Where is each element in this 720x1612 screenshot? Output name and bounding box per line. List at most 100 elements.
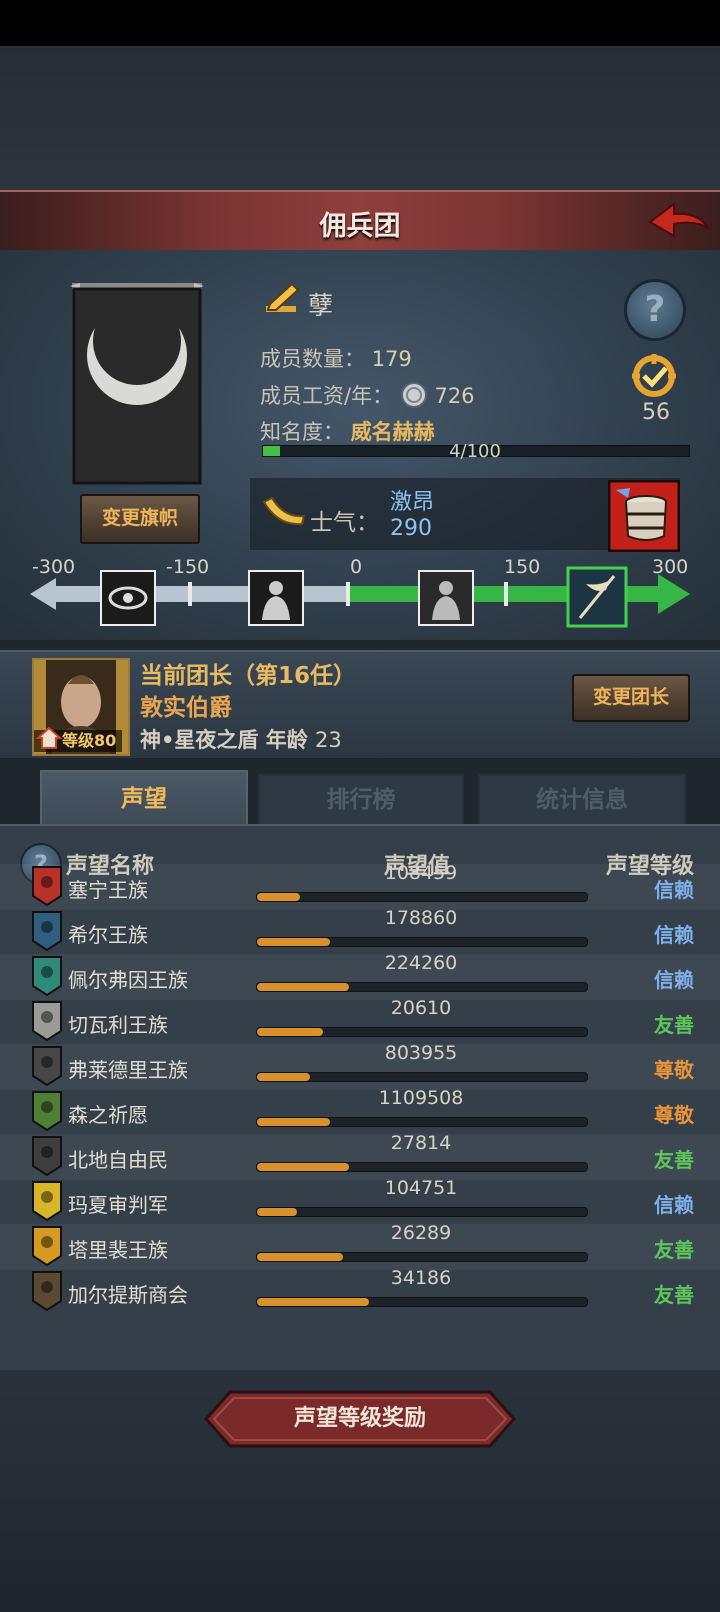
reputation-level: 信赖 [654, 1193, 694, 1217]
list-item[interactable]: 佩尔弗因王族 224260 信赖 [0, 952, 720, 1000]
tick-label: 0 [350, 556, 363, 578]
reputation-value: 178860 [384, 907, 458, 929]
reputation-progress-bar [256, 1072, 588, 1082]
list-item[interactable]: 加尔提斯商会 34186 友善 [0, 1267, 720, 1315]
change-leader-button[interactable]: 变更团长 [572, 674, 690, 722]
tick-label: 300 [652, 556, 689, 578]
faction-name: 切瓦利王族 [68, 1013, 168, 1037]
list-item[interactable]: 弗莱德里王族 803955 尊敬 [0, 1042, 720, 1090]
reputation-level: 信赖 [654, 968, 694, 992]
reputation-progress-bar [256, 1117, 588, 1127]
reputation-value: 26289 [390, 1222, 452, 1244]
reputation-progress-bar [256, 1252, 588, 1262]
reputation-level: 信赖 [654, 878, 694, 902]
faction-name: 希尔王族 [68, 923, 148, 947]
reputation-value: 108459 [384, 862, 458, 884]
reputation-progress-bar [256, 1162, 588, 1172]
faction-name: 塞宁王族 [68, 878, 148, 902]
tick-label: -150 [166, 556, 210, 578]
calm-figure-icon[interactable] [418, 570, 474, 626]
page-title: 佣兵团 [319, 211, 401, 242]
faction-name: 佩尔弗因王族 [68, 968, 188, 992]
reputation-progress-bar [256, 1297, 588, 1307]
tab-statistics[interactable]: 统计信息 [478, 774, 686, 826]
reputation-progress-fill [257, 893, 300, 901]
tab-ranking[interactable]: 排行榜 [258, 774, 464, 826]
reputation-level: 尊敬 [654, 1058, 694, 1082]
faction-name: 北地自由民 [68, 1148, 168, 1172]
wage-row: 成员工资/年： 726 [260, 380, 475, 410]
reputation-progress-bar [256, 1027, 588, 1037]
tick-label: -300 [32, 556, 76, 578]
horn-icon [262, 496, 306, 526]
leader-age: 23 [315, 728, 342, 752]
reputation-progress-fill [257, 938, 330, 946]
faction-crest-icon [32, 1091, 62, 1131]
barrel-icon[interactable] [608, 480, 680, 552]
faction-crest-icon [32, 1136, 62, 1176]
help-icon[interactable]: ? [624, 279, 686, 341]
reputation-value: 34186 [390, 1267, 452, 1289]
reputation-progress-fill [257, 1298, 370, 1306]
reputation-value: 1109508 [378, 1087, 464, 1109]
leader-title: 神•星夜之盾 年龄 [140, 728, 308, 752]
wage-value: 726 [434, 384, 475, 408]
leader-title-age: 神•星夜之盾 年龄 23 [140, 724, 342, 754]
list-item[interactable]: 切瓦利王族 20610 友善 [0, 997, 720, 1045]
reputation-value: 803955 [384, 1042, 458, 1064]
company-banner[interactable] [70, 283, 204, 487]
reputation-level: 友善 [654, 1283, 694, 1307]
list-item[interactable]: 塔里裴王族 26289 友善 [0, 1222, 720, 1270]
title-bar: 佣兵团 [0, 190, 720, 255]
reputation-progress-fill [257, 1253, 343, 1261]
reputation-value: 224260 [384, 952, 458, 974]
faction-name: 塔里裴王族 [68, 1238, 168, 1262]
faction-crest-icon [32, 911, 62, 951]
list-item[interactable]: 希尔王族 178860 信赖 [0, 907, 720, 955]
faction-name: 加尔提斯商会 [68, 1283, 188, 1307]
home-icon [36, 726, 62, 749]
reputation-level: 信赖 [654, 923, 694, 947]
reputation-value: 27814 [390, 1132, 452, 1154]
silver-coin-icon [400, 382, 427, 408]
company-name: 孽 [308, 291, 334, 320]
change-flag-button[interactable]: 变更旗帜 [80, 494, 200, 544]
tab-reputation[interactable]: 声望 [40, 770, 248, 826]
faction-crest-icon [32, 866, 62, 906]
faction-name: 玛夏审判军 [68, 1193, 168, 1217]
morale-value: 290 [390, 516, 432, 541]
leader-tenure: 当前团长（第16任） [140, 663, 357, 689]
morale-label: 士气： [310, 510, 379, 536]
reputation-progress-bar [256, 982, 588, 992]
achievement-badge-icon[interactable] [626, 352, 682, 402]
reputation-progress-fill [257, 1208, 297, 1216]
faction-crest-icon [32, 1271, 62, 1311]
back-arrow-icon[interactable] [646, 198, 712, 244]
reputation-reward-button[interactable]: 声望等级奖励 [204, 1390, 516, 1448]
faction-crest-icon [32, 1046, 62, 1086]
fame-progress-text: 4/100 [449, 441, 501, 462]
leader-name: 敦实伯爵 [140, 695, 232, 721]
edit-name-icon[interactable] [262, 280, 302, 320]
list-item[interactable]: 玛夏审判军 104751 信赖 [0, 1177, 720, 1225]
list-item[interactable]: 森之祈愿 1109508 尊敬 [0, 1087, 720, 1135]
reputation-level: 友善 [654, 1013, 694, 1037]
reputation-level: 尊敬 [654, 1103, 694, 1127]
reputation-value: 104751 [384, 1177, 458, 1199]
members-label: 成员数量： [260, 347, 365, 371]
reputation-progress-fill [257, 1118, 330, 1126]
charge-banner-icon[interactable] [566, 566, 628, 628]
list-item[interactable]: 塞宁王族 108459 信赖 [0, 862, 720, 910]
wage-label: 成员工资/年： [260, 384, 394, 408]
reputation-progress-fill [257, 1028, 323, 1036]
faction-crest-icon [32, 1226, 62, 1266]
reputation-level: 友善 [654, 1148, 694, 1172]
list-item[interactable]: 北地自由民 27814 友善 [0, 1132, 720, 1180]
reputation-level: 友善 [654, 1238, 694, 1262]
reputation-progress-fill [257, 1073, 310, 1081]
reputation-progress-fill [257, 1163, 350, 1171]
faction-crest-icon [32, 956, 62, 996]
reputation-progress-fill [257, 983, 350, 991]
eye-omen-icon[interactable] [100, 570, 156, 626]
despair-figure-icon[interactable] [248, 570, 304, 626]
